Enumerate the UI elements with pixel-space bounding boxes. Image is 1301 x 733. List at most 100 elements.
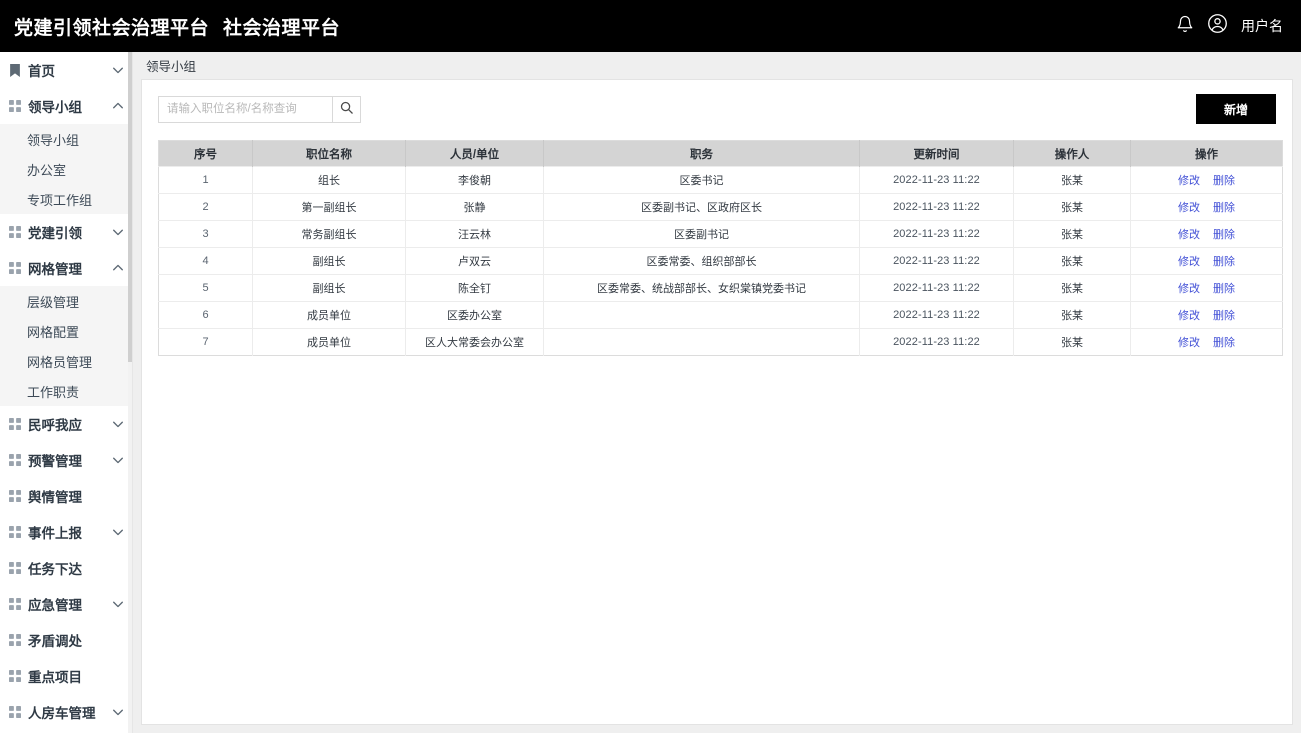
sidebar-item-label: 舆情管理: [28, 490, 82, 505]
cell-position: 成员单位: [252, 301, 406, 329]
table-column-header: 更新时间: [859, 140, 1014, 167]
chevron-down-icon[interactable]: [112, 706, 124, 718]
cell-operator: 张某: [1013, 247, 1131, 275]
cell-person: 区委办公室: [405, 301, 544, 329]
app-title: 党建引领社会治理平台: [14, 17, 210, 39]
app-subtitle: 社会治理平台: [223, 17, 341, 39]
sidebar-item-人房车管理[interactable]: 人房车管理: [0, 694, 132, 730]
add-button[interactable]: 新增: [1196, 94, 1276, 124]
sidebar-item-重点项目[interactable]: 重点项目: [0, 658, 132, 694]
chevron-up-icon[interactable]: [112, 100, 124, 112]
sidebar-item-网格管理[interactable]: 网格管理: [0, 250, 132, 286]
sidebar-item-民呼我应[interactable]: 民呼我应: [0, 406, 132, 442]
bell-icon[interactable]: [1176, 15, 1194, 38]
cell-index: 5: [158, 274, 253, 302]
sidebar-subitem-网格配置[interactable]: 网格配置: [0, 316, 132, 346]
table-body: 1 组长 李俊朝 区委书记 2022-11-23 11:22 张某 修改 删除 2 第一副组长 张静…: [158, 166, 1283, 356]
cell-operator: 张某: [1013, 166, 1131, 194]
toolbar: 新增: [158, 94, 1276, 124]
sidebar-group-9: 应急管理: [0, 586, 132, 622]
sidebar-group-4: 民呼我应: [0, 406, 132, 442]
cell-actions: 修改 删除: [1130, 301, 1283, 329]
bookmark-icon: [8, 63, 21, 77]
sidebar-subitem-办公室[interactable]: 办公室: [0, 154, 132, 184]
sidebar: 首页 领导小组 领导小组 办公室 专项工作组 党建引领 网格管理 层级管理 网格配置 网格员管理工…: [0, 52, 133, 733]
cell-operator: 张某: [1013, 301, 1131, 329]
search-button[interactable]: [332, 95, 361, 123]
sidebar-item-矛盾调处[interactable]: 矛盾调处: [0, 622, 132, 658]
edit-link[interactable]: 修改: [1178, 256, 1200, 268]
edit-link[interactable]: 修改: [1178, 229, 1200, 241]
sidebar-item-label: 矛盾调处: [28, 634, 82, 649]
chevron-down-icon[interactable]: [112, 226, 124, 238]
cell-position: 组长: [252, 166, 406, 194]
sidebar-subitem-专项工作组[interactable]: 专项工作组: [0, 184, 132, 214]
cell-operator: 张某: [1013, 193, 1131, 221]
delete-link[interactable]: 删除: [1213, 283, 1235, 295]
sidebar-menu: 首页 领导小组 领导小组 办公室 专项工作组 党建引领 网格管理 层级管理 网格配置 网格员管理工…: [0, 52, 132, 733]
cell-person: 区人大常委会办公室: [405, 328, 544, 356]
chevron-up-icon[interactable]: [112, 262, 124, 274]
sidebar-subitem-层级管理[interactable]: 层级管理: [0, 286, 132, 316]
grid-icon: [8, 670, 21, 683]
chevron-down-icon[interactable]: [112, 454, 124, 466]
delete-link[interactable]: 删除: [1213, 337, 1235, 349]
grid-icon: [8, 100, 21, 113]
sidebar-scrollbar[interactable]: [128, 52, 132, 733]
sidebar-scrollbar-thumb[interactable]: [128, 52, 132, 362]
sidebar-item-事件上报[interactable]: 事件上报: [0, 514, 132, 550]
grid-icon: [8, 706, 21, 719]
chevron-down-icon[interactable]: [112, 598, 124, 610]
sidebar-group-5: 预警管理: [0, 442, 132, 478]
username-label[interactable]: 用户名: [1241, 16, 1283, 36]
table-column-header: 人员/单位: [405, 140, 544, 167]
cell-position: 副组长: [252, 274, 406, 302]
cell-operator: 张某: [1013, 328, 1131, 356]
sidebar-item-label: 任务下达: [28, 562, 82, 577]
sidebar-subitem-网格员管理[interactable]: 网格员管理: [0, 346, 132, 376]
sidebar-subitem-领导小组[interactable]: 领导小组: [0, 124, 132, 154]
cell-time: 2022-11-23 11:22: [859, 247, 1014, 275]
delete-link[interactable]: 删除: [1213, 256, 1235, 268]
edit-link[interactable]: 修改: [1178, 175, 1200, 187]
breadcrumb-current: 领导小组: [146, 60, 197, 74]
grid-icon: [8, 418, 21, 431]
search-input[interactable]: [158, 95, 332, 123]
delete-link[interactable]: 删除: [1213, 229, 1235, 241]
sidebar-item-领导小组[interactable]: 领导小组: [0, 88, 132, 124]
grid-icon: [8, 226, 21, 239]
sidebar-group-1: 领导小组 领导小组 办公室 专项工作组: [0, 88, 132, 214]
user-circle-icon[interactable]: [1207, 13, 1228, 39]
edit-link[interactable]: 修改: [1178, 337, 1200, 349]
sidebar-subitem-工作职责[interactable]: 工作职责: [0, 376, 132, 406]
sidebar-item-任务下达[interactable]: 任务下达: [0, 550, 132, 586]
sidebar-item-应急管理[interactable]: 应急管理: [0, 586, 132, 622]
sidebar-group-10: 矛盾调处: [0, 622, 132, 658]
delete-link[interactable]: 删除: [1213, 175, 1235, 187]
table-header: 序号 职位名称 人员/单位 职务 更新时间 操作人 操作: [158, 140, 1283, 167]
delete-link[interactable]: 删除: [1213, 310, 1235, 322]
sidebar-submenu: 层级管理 网格配置 网格员管理 工作职责: [0, 286, 132, 406]
chevron-down-icon[interactable]: [112, 64, 124, 76]
edit-link[interactable]: 修改: [1178, 283, 1200, 295]
edit-link[interactable]: 修改: [1178, 310, 1200, 322]
table-row: 5 副组长 陈全钉 区委常委、统战部部长、女织棠镇党委书记 2022-11-23 11:…: [158, 274, 1283, 302]
chevron-down-icon[interactable]: [112, 526, 124, 538]
edit-link[interactable]: 修改: [1178, 202, 1200, 214]
cell-person: 卢双云: [405, 247, 544, 275]
sidebar-item-label: 预警管理: [28, 454, 82, 469]
brand: 党建引领社会治理平台 社会治理平台: [14, 13, 340, 40]
sidebar-item-党建引领[interactable]: 党建引领: [0, 214, 132, 250]
search-icon: [339, 100, 354, 118]
app-root: 党建引领社会治理平台 社会治理平台 用户名 首页 领导小组 领导小组 办公室 专…: [0, 0, 1301, 733]
sidebar-item-舆情管理[interactable]: 舆情管理: [0, 478, 132, 514]
table-row: 4 副组长 卢双云 区委常委、组织部部长 2022-11-23 11:22 张某 修改 删除: [158, 247, 1283, 275]
sidebar-item-首页[interactable]: 首页: [0, 52, 132, 88]
sidebar-item-预警管理[interactable]: 预警管理: [0, 442, 132, 478]
delete-link[interactable]: 删除: [1213, 202, 1235, 214]
cell-time: 2022-11-23 11:22: [859, 328, 1014, 356]
chevron-down-icon[interactable]: [112, 418, 124, 430]
cell-duty: [543, 328, 860, 356]
cell-position: 成员单位: [252, 328, 406, 356]
no-arrow: [112, 562, 124, 574]
